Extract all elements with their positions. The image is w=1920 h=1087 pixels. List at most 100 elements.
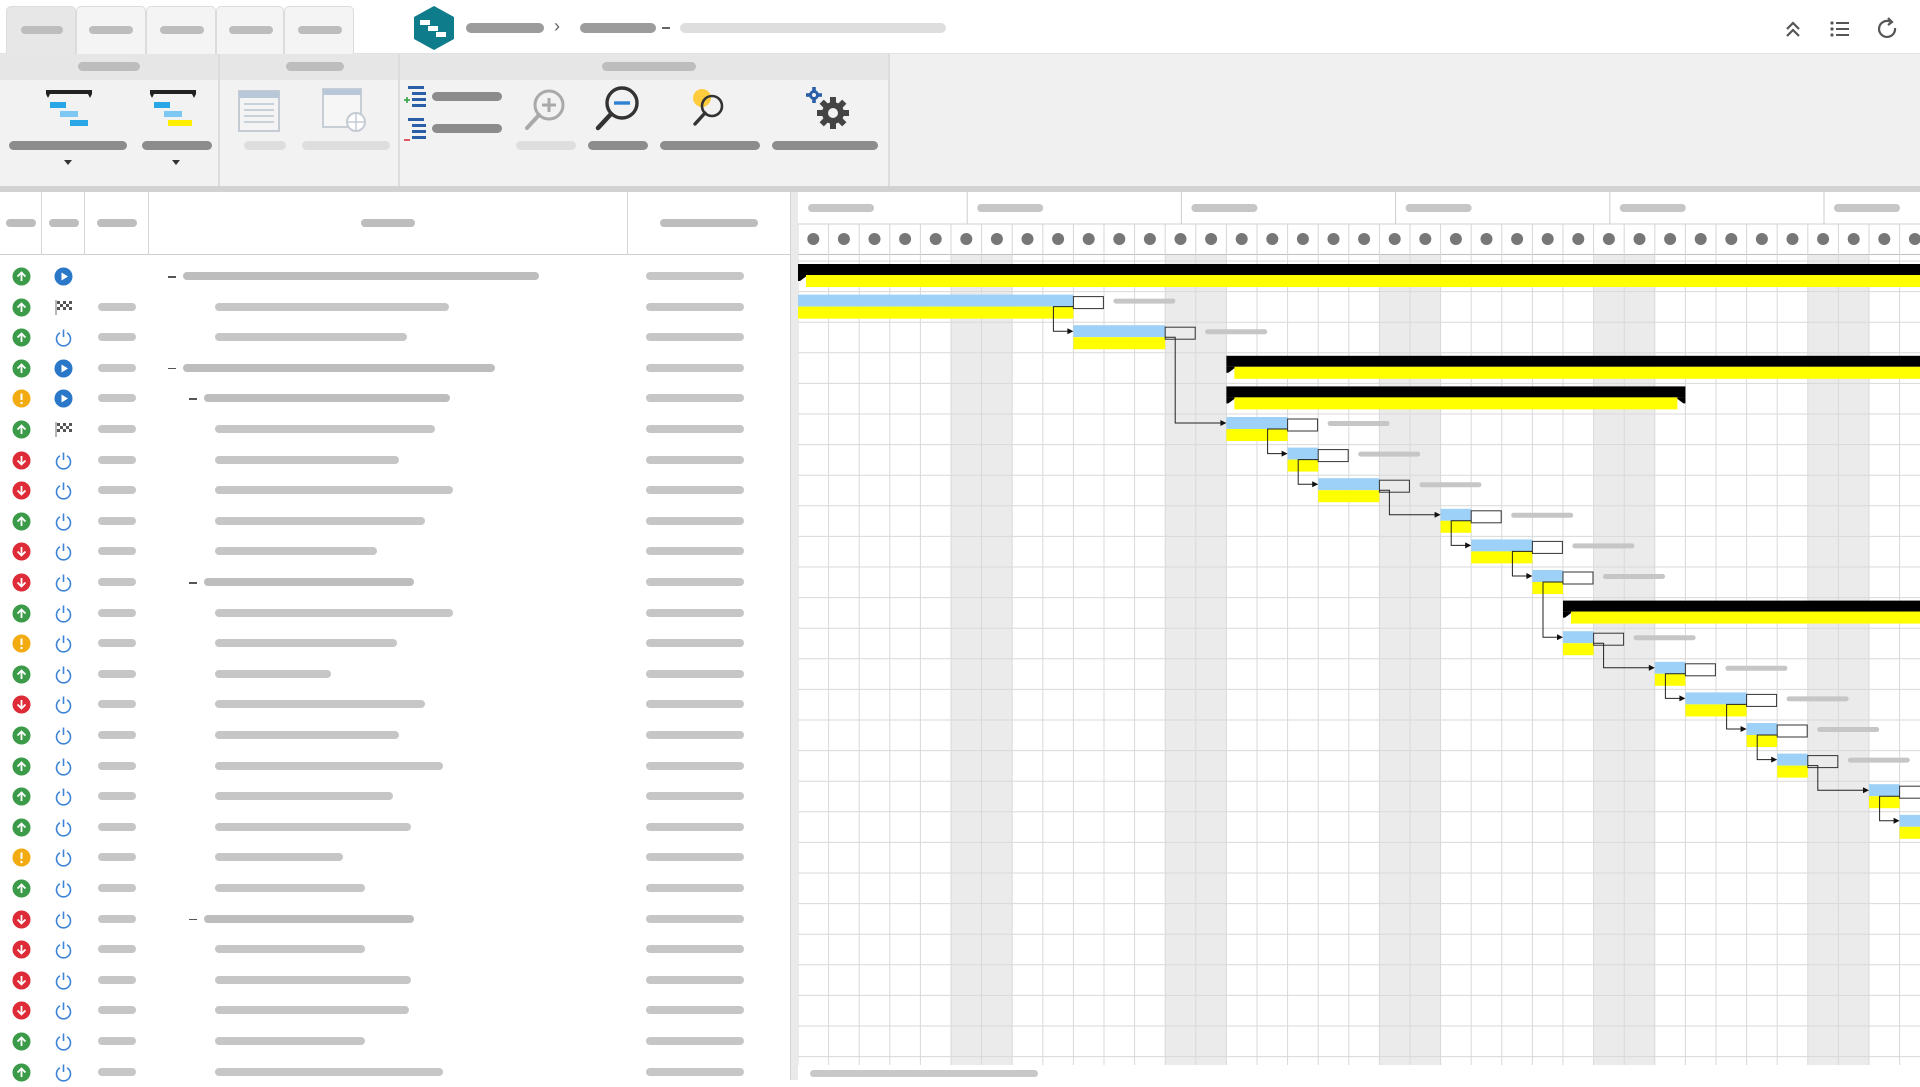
summary-bar[interactable] (1563, 600, 1920, 612)
task-bar[interactable] (1777, 753, 1808, 766)
table-row[interactable] (0, 628, 790, 659)
collapse-all-button[interactable] (404, 116, 504, 146)
tab-5[interactable] (284, 6, 354, 54)
horizontal-scrollbar[interactable] (810, 1070, 1038, 1077)
splitter[interactable] (790, 192, 798, 1080)
summary-bar[interactable] (1226, 355, 1920, 367)
table-row[interactable] (0, 567, 790, 598)
table-row[interactable] (0, 261, 790, 292)
settings-button[interactable] (770, 84, 880, 184)
table-row[interactable] (0, 292, 790, 323)
task-id (98, 669, 136, 678)
task-bar-label (1327, 421, 1390, 426)
task-bar[interactable] (1318, 478, 1380, 491)
summary-bar[interactable] (1226, 386, 1686, 398)
expand-all-button[interactable] (404, 84, 504, 114)
power-icon (54, 328, 73, 347)
zoom-fit-button[interactable] (658, 84, 762, 184)
collapse-toggle-icon[interactable] (168, 273, 176, 280)
task-bar[interactable] (1440, 508, 1472, 521)
task-bar[interactable] (1746, 723, 1778, 735)
table-row[interactable] (0, 812, 790, 843)
day-marker (1082, 233, 1095, 245)
column-header-name[interactable] (149, 192, 628, 255)
page-web-button[interactable] (300, 84, 396, 184)
task-id (98, 578, 136, 586)
column-header-status[interactable] (0, 192, 42, 255)
gantt-canvas[interactable] (798, 255, 1920, 1080)
table-row[interactable] (0, 475, 790, 506)
table-row[interactable] (0, 842, 790, 873)
refresh-icon[interactable] (1874, 16, 1900, 42)
table-row[interactable] (0, 1057, 790, 1087)
task-bar[interactable] (1471, 539, 1533, 552)
table-row[interactable] (0, 1026, 790, 1057)
column-header-id[interactable] (85, 192, 149, 255)
collapse-toggle-icon[interactable] (189, 579, 197, 586)
table-row[interactable] (0, 353, 790, 384)
table-row[interactable] (0, 995, 790, 1026)
task-bar[interactable] (1226, 417, 1288, 429)
tab-2[interactable] (76, 6, 146, 54)
table-row[interactable] (0, 751, 790, 782)
tab-4[interactable] (216, 6, 284, 54)
baseline-bar (1318, 490, 1380, 503)
task-bar[interactable] (1654, 661, 1686, 674)
collapse-toggle-icon[interactable] (168, 365, 176, 372)
table-row[interactable] (0, 536, 790, 567)
page-view-button[interactable] (228, 84, 288, 184)
collapse-up-icon[interactable] (1780, 16, 1806, 42)
zoom-out-icon (595, 86, 639, 131)
task-bar[interactable] (1073, 325, 1166, 338)
table-row[interactable] (0, 965, 790, 996)
gantt-highlight-button[interactable] (136, 84, 216, 184)
tab-1[interactable] (6, 6, 76, 54)
zoom-out-button[interactable] (586, 84, 652, 184)
table-row[interactable] (0, 689, 790, 720)
task-bar[interactable] (798, 294, 1074, 307)
task-name (215, 455, 399, 464)
tab-3[interactable] (146, 6, 216, 54)
table-row[interactable] (0, 934, 790, 965)
table-row[interactable] (0, 383, 790, 414)
table-row[interactable] (0, 445, 790, 476)
task-bar[interactable] (1869, 784, 1900, 797)
table-row[interactable] (0, 781, 790, 812)
task-bar[interactable] (1685, 692, 1747, 705)
day-marker (899, 233, 912, 245)
status-behind-icon (12, 971, 31, 990)
table-row[interactable] (0, 873, 790, 904)
table-row[interactable] (0, 904, 790, 935)
task-id (98, 455, 136, 464)
day-marker (868, 233, 881, 245)
table-row[interactable] (0, 598, 790, 629)
column-header-date[interactable] (628, 192, 790, 255)
column-header-state[interactable] (42, 192, 85, 255)
app-logo-icon[interactable] (412, 5, 456, 51)
table-row[interactable] (0, 322, 790, 353)
status-behind-icon (12, 910, 31, 929)
task-bar[interactable] (1563, 631, 1594, 644)
list-icon[interactable] (1827, 16, 1853, 42)
collapse-toggle-icon[interactable] (189, 916, 197, 923)
task-bar[interactable] (1899, 814, 1920, 827)
table-row[interactable] (0, 506, 790, 537)
task-id (98, 425, 136, 433)
table-row[interactable] (0, 659, 790, 690)
zoom-in-button[interactable] (516, 84, 580, 184)
summary-bar[interactable] (798, 264, 1920, 275)
gantt-layout-button[interactable] (6, 84, 130, 184)
ribbon-group-navigate (400, 54, 890, 186)
table-row[interactable] (0, 414, 790, 445)
table-row[interactable] (0, 720, 790, 751)
breadcrumb-item[interactable] (466, 23, 544, 33)
status-behind-icon (12, 481, 31, 500)
power-icon (54, 1063, 73, 1082)
task-bar[interactable] (1287, 447, 1319, 460)
weekend-shade (1195, 255, 1227, 1065)
breadcrumb-item[interactable] (580, 23, 656, 33)
collapse-toggle-icon[interactable] (189, 395, 197, 402)
task-bar-label (1113, 298, 1176, 304)
task-bar[interactable] (1532, 570, 1563, 582)
day-marker (960, 233, 973, 245)
